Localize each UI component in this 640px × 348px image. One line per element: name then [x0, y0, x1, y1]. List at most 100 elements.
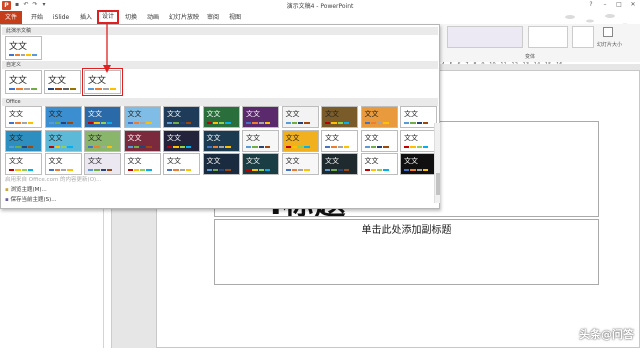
theme-label: 文文 — [48, 110, 63, 118]
theme-label: 文文 — [48, 76, 67, 86]
variant-thumb-3[interactable] — [572, 26, 594, 48]
section-office: Office — [2, 98, 438, 106]
office-theme-r3-c6[interactable]: 文文 — [202, 153, 240, 175]
tab-islide[interactable]: iSlide — [51, 11, 71, 24]
menu-online-updates: 启用来自 Office.com 的内容更新(O)... — [5, 177, 102, 183]
theme-label: 文文 — [9, 157, 23, 165]
theme-label: 文文 — [325, 133, 339, 142]
theme-label: 文文 — [325, 157, 339, 165]
office-theme-r3-c7[interactable]: 文文 — [242, 153, 279, 175]
scrollbar-thumb[interactable] — [436, 173, 440, 195]
window-title: 演示文稿4 - PowerPoint — [286, 3, 354, 10]
office-theme-r1-c5[interactable]: 文文 — [163, 106, 200, 128]
office-theme-r2-c11[interactable]: 文文 — [400, 129, 437, 152]
theme-label: 文文 — [364, 110, 379, 118]
theme-label: 文文 — [364, 133, 379, 142]
theme-label: 文文 — [246, 157, 260, 165]
theme-label: 文文 — [48, 133, 63, 142]
theme-label: 文文 — [167, 157, 181, 165]
theme-label: 文文 — [127, 110, 142, 118]
office-theme-r3-c5[interactable]: 文文 — [163, 153, 200, 175]
section-custom: 自定义 — [2, 61, 438, 69]
help-button[interactable]: ? — [584, 0, 598, 10]
theme-label: 文文 — [127, 157, 142, 165]
theme-label: 文文 — [9, 42, 28, 52]
tab-review[interactable]: 审阅 — [204, 11, 222, 24]
variant-thumb-2[interactable] — [528, 26, 568, 48]
office-theme-r1-c3[interactable]: 文文 — [84, 106, 121, 128]
theme-label: 文文 — [206, 157, 221, 165]
slide-size-icon[interactable] — [603, 27, 613, 37]
theme-label: 文文 — [206, 110, 221, 118]
menu-browse-themes[interactable]: ▪ 浏览主题(M)... — [5, 185, 47, 193]
office-theme-r3-c10[interactable]: 文文 — [360, 153, 398, 175]
theme-label: 文文 — [88, 133, 102, 142]
theme-label: 文文 — [167, 110, 181, 118]
theme-label: 文文 — [285, 157, 300, 165]
office-theme-r1-c7[interactable]: 文文 — [242, 106, 279, 128]
office-theme-r3-c4[interactable]: 文文 — [123, 153, 161, 175]
watermark: 头条@问答 — [579, 328, 634, 341]
theme-label: 文文 — [167, 133, 181, 142]
theme-label: 文文 — [206, 133, 221, 142]
office-theme-r2-c4[interactable]: 文文 — [123, 129, 161, 152]
tab-home[interactable]: 开始 — [27, 11, 47, 24]
office-theme-r1-c9[interactable]: 文文 — [321, 106, 358, 128]
office-theme-r3-c1[interactable]: 文文 — [5, 153, 42, 175]
theme-custom-2[interactable]: 文文 — [44, 70, 81, 94]
variant-thumb-1[interactable] — [447, 26, 523, 48]
theme-label: 文文 — [246, 133, 260, 142]
menu-save-label: 保存当前主题(S)... — [10, 197, 57, 203]
office-theme-r2-c9[interactable]: 文文 — [321, 129, 358, 152]
theme-label: 文文 — [404, 157, 418, 165]
tab-file[interactable]: 文件 — [0, 11, 22, 24]
office-theme-r2-c7[interactable]: 文文 — [242, 129, 279, 152]
office-theme-r1-c8[interactable]: 文文 — [281, 106, 319, 128]
office-theme-r2-c2[interactable]: 文文 — [44, 129, 82, 152]
office-theme-r1-c11[interactable]: 文文 — [400, 106, 437, 128]
theme-label: 文文 — [246, 110, 260, 118]
office-theme-r3-c2[interactable]: 文文 — [44, 153, 82, 175]
menu-save-theme[interactable]: ▪ 保存当前主题(S)... — [5, 195, 57, 203]
office-theme-r1-c2[interactable]: 文文 — [44, 106, 82, 128]
close-button[interactable]: ✕ — [626, 0, 640, 10]
tab-slideshow[interactable]: 幻灯片放映 — [166, 11, 202, 24]
theme-label: 文文 — [9, 76, 28, 86]
office-theme-r1-c1[interactable]: 文文 — [5, 106, 42, 128]
office-theme-r3-c9[interactable]: 文文 — [321, 153, 358, 175]
tab-view[interactable]: 视图 — [226, 11, 244, 24]
theme-custom-1[interactable]: 文文 — [5, 70, 42, 94]
arrow-annotation — [103, 23, 111, 73]
theme-label: 文文 — [364, 157, 379, 165]
office-theme-r1-c4[interactable]: 文文 — [123, 106, 161, 128]
gallery-scrollbar[interactable] — [434, 123, 440, 203]
tab-animations[interactable]: 动画 — [143, 11, 163, 24]
office-theme-r2-c1[interactable]: 文文 — [5, 129, 42, 152]
vertical-ruler — [104, 208, 112, 348]
theme-label: 文文 — [285, 110, 300, 118]
minimize-button[interactable]: – — [598, 0, 612, 10]
theme-label: 文文 — [9, 110, 23, 118]
slide-size-label[interactable]: 幻灯片大小 — [597, 41, 639, 48]
office-theme-r3-c3[interactable]: 文文 — [84, 153, 121, 175]
office-theme-r3-c8[interactable]: 文文 — [281, 153, 319, 175]
maximize-button[interactable]: □ — [612, 0, 626, 10]
menu-browse-label: 浏览主题(M)... — [10, 187, 47, 193]
office-theme-r2-c3[interactable]: 文文 — [84, 129, 121, 152]
office-theme-r3-c11[interactable]: 文文 — [400, 153, 437, 175]
office-theme-r2-c5[interactable]: 文文 — [163, 129, 200, 152]
tab-transitions[interactable]: 切换 — [122, 11, 140, 24]
theme-label: 文文 — [285, 133, 300, 142]
office-theme-r1-c6[interactable]: 文文 — [202, 106, 240, 128]
variant-group-label: 变体 — [525, 54, 536, 60]
theme-label: 文文 — [48, 157, 63, 165]
theme-label: 文文 — [325, 110, 339, 118]
slide-subtitle[interactable]: 单击此处添加副标题 — [214, 221, 599, 236]
office-theme-r1-c10[interactable]: 文文 — [360, 106, 398, 128]
office-theme-r2-c6[interactable]: 文文 — [202, 129, 240, 152]
theme-current[interactable]: 文文 — [5, 36, 42, 60]
tab-insert[interactable]: 插入 — [77, 11, 95, 24]
themes-gallery: 此演示文稿 文文 自定义 文文 文文 文文 Office 文文 文文 文文 文文 文文文… — [0, 24, 440, 209]
office-theme-r2-c8[interactable]: 文文 — [281, 129, 319, 152]
office-theme-r2-c10[interactable]: 文文 — [360, 129, 398, 152]
